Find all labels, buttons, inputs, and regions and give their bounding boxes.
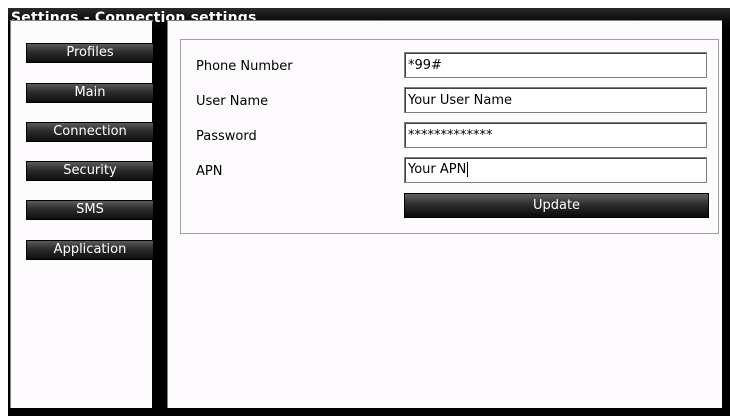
password-field[interactable] xyxy=(404,122,707,148)
sidebar-item-connection[interactable]: Connection xyxy=(26,122,154,142)
user-name-label: User Name xyxy=(196,94,269,109)
sidebar-item-sms[interactable]: SMS xyxy=(26,200,154,220)
update-button[interactable]: Update xyxy=(404,193,709,218)
sidebar-item-profiles[interactable]: Profiles xyxy=(26,43,154,63)
sidebar-item-application[interactable]: Application xyxy=(26,240,154,260)
apn-field[interactable]: Your APN xyxy=(404,157,707,183)
phone-number-field[interactable] xyxy=(404,52,707,78)
user-name-field[interactable] xyxy=(404,87,707,113)
sidebar-item-main[interactable]: Main xyxy=(26,83,154,103)
phone-number-label: Phone Number xyxy=(196,59,293,74)
sidebar-item-security[interactable]: Security xyxy=(26,161,154,181)
apn-label: APN xyxy=(196,164,223,179)
password-label: Password xyxy=(196,129,257,144)
text-caret xyxy=(467,162,469,177)
apn-value: Your APN xyxy=(408,162,467,177)
